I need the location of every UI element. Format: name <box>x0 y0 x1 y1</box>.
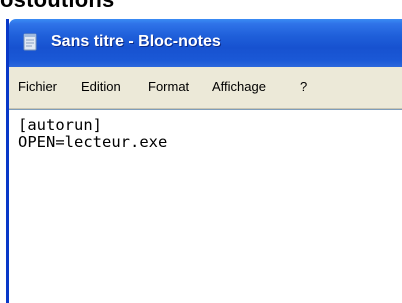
editor-content[interactable]: [autorun] OPEN=lecteur.exe <box>18 117 167 151</box>
menu-fichier[interactable]: Fichier <box>18 79 57 95</box>
editor-line: OPEN=lecteur.exe <box>18 133 168 151</box>
title-bar[interactable]: Sans titre - Bloc-notes <box>9 19 402 67</box>
notepad-icon[interactable] <box>21 33 39 51</box>
text-editor[interactable]: [autorun] OPEN=lecteur.exe <box>9 109 402 303</box>
editor-line: [autorun] <box>18 116 102 134</box>
menu-format[interactable]: Format <box>148 79 189 95</box>
screenshot: ostoutions Sans titre - Bloc-notes Fichi… <box>0 0 402 303</box>
window-title: Sans titre - Bloc-notes <box>51 33 221 50</box>
menu-edition[interactable]: Edition <box>81 79 121 95</box>
menu-affichage[interactable]: Affichage <box>212 79 266 95</box>
menu-bar: Fichier Edition Format Affichage ? <box>9 67 402 109</box>
menu-help[interactable]: ? <box>300 79 307 95</box>
clipped-heading: ostoutions <box>0 0 114 12</box>
notepad-window: Sans titre - Bloc-notes Fichier Edition … <box>6 19 402 303</box>
